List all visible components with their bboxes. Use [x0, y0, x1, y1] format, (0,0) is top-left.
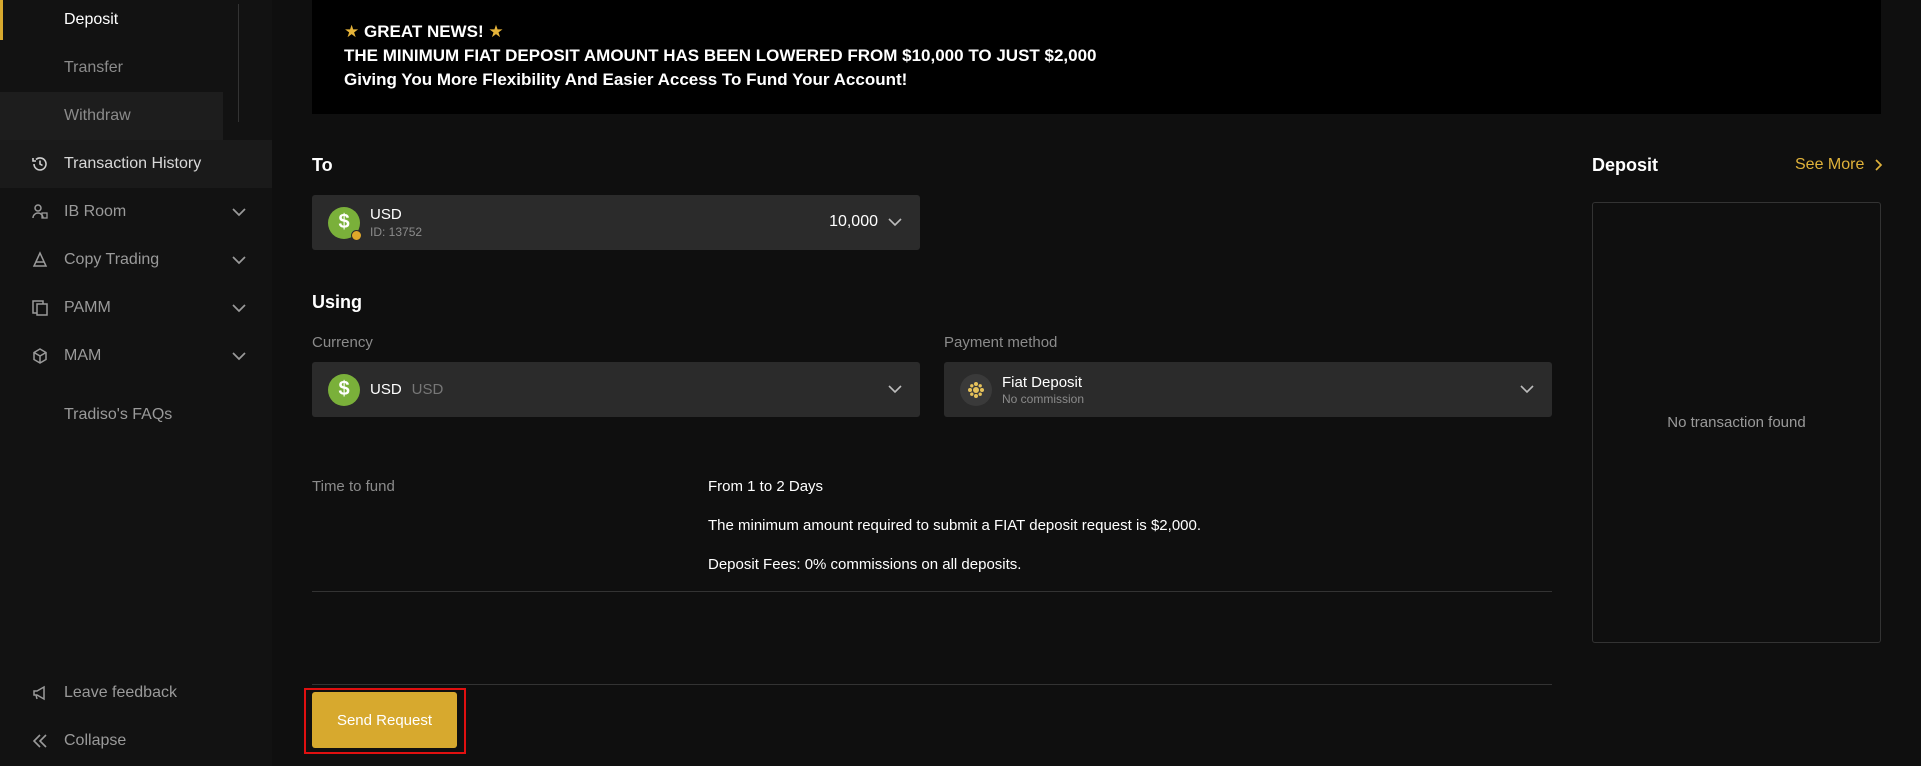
payment-method-select[interactable]: Fiat Deposit No commission — [944, 362, 1552, 417]
mam-icon — [30, 346, 50, 366]
footer-divider — [312, 684, 1552, 685]
deposit-history-title: Deposit — [1592, 155, 1659, 175]
payment-sub: No commission — [1002, 391, 1085, 406]
sidebar-subitem-deposit[interactable]: Deposit — [0, 0, 223, 40]
time-to-fund-label: Time to fund — [312, 478, 395, 495]
using-section-title: Using — [312, 292, 363, 312]
sidebar-item-label: Tradiso's FAQs — [64, 406, 173, 423]
account-id: ID: 13752 — [370, 225, 423, 239]
sidebar: Deposit Transfer Withdraw Transaction Hi… — [0, 0, 272, 766]
star-badge-icon — [351, 229, 362, 241]
payment-name: Fiat Deposit — [1002, 373, 1083, 391]
send-request-button[interactable]: Send Request — [312, 692, 457, 748]
deposit-history-panel: No transaction found — [1592, 202, 1881, 643]
chevron-down-icon — [888, 218, 902, 227]
dollar-coin-icon: $ — [328, 373, 360, 406]
currency-value: USD — [370, 381, 402, 398]
pamm-icon — [30, 298, 50, 318]
star-icon: ★ — [344, 22, 360, 41]
chevron-right-icon — [1875, 159, 1883, 171]
announcement-banner: ★ GREAT NEWS! ★ THE MINIMUM FIAT DEPOSIT… — [312, 0, 1881, 114]
currency-code: USD — [411, 381, 444, 398]
currency-label: Currency — [312, 334, 373, 351]
payment-method-label: Payment method — [944, 334, 1058, 351]
collapse-label: Collapse — [64, 732, 127, 749]
account-amount: 10,000 — [829, 213, 878, 230]
account-currency: USD — [370, 206, 402, 223]
sidebar-item-mam[interactable]: MAM — [0, 332, 272, 380]
time-to-fund-value: From 1 to 2 Days — [708, 478, 824, 495]
megaphone-icon — [30, 683, 50, 703]
leave-feedback-button[interactable]: Leave feedback — [0, 669, 272, 717]
banner-line1: GREAT NEWS! — [363, 22, 484, 41]
sidebar-item-faqs[interactable]: Tradiso's FAQs — [0, 391, 272, 439]
chevron-down-icon[interactable] — [230, 203, 248, 221]
deposit-fees-note: Deposit Fees: 0% commissions on all depo… — [708, 556, 1022, 573]
sidebar-item-pamm[interactable]: PAMM — [0, 284, 272, 332]
sidebar-subitem-withdraw[interactable]: Withdraw — [0, 92, 223, 140]
sidebar-subitem-transfer[interactable]: Transfer — [0, 44, 223, 92]
minimum-amount-note: The minimum amount required to submit a … — [708, 517, 1202, 534]
currency-select[interactable]: $ USD USD — [312, 362, 920, 417]
chevron-down-icon[interactable] — [230, 347, 248, 365]
dollar-coin-icon: $ — [328, 206, 362, 241]
collapse-button[interactable]: Collapse — [0, 717, 272, 765]
empty-state-text: No transaction found — [1667, 414, 1806, 431]
sidebar-item-transaction-history[interactable]: Transaction History — [0, 140, 272, 188]
feedback-label: Leave feedback — [64, 684, 177, 701]
banner-line3: Giving You More Flexibility And Easier A… — [344, 70, 908, 89]
banner-headline: ★ GREAT NEWS! ★ — [344, 20, 1849, 44]
info-divider — [312, 591, 1552, 592]
sidebar-item-label: IB Room — [64, 203, 127, 220]
chevron-down-icon — [888, 385, 902, 394]
chevron-down-icon[interactable] — [230, 299, 248, 317]
sidebar-item-label: Copy Trading — [64, 251, 160, 268]
copy-trading-icon — [30, 250, 50, 270]
to-section-title: To — [312, 155, 333, 175]
double-chevron-left-icon — [30, 731, 50, 751]
star-icon: ★ — [488, 22, 504, 41]
fiat-deposit-icon — [960, 373, 992, 406]
chevron-down-icon[interactable] — [230, 251, 248, 269]
to-account-select[interactable]: $ USD ID: 13752 10,000 — [312, 195, 920, 250]
submenu-divider — [238, 4, 239, 122]
sidebar-item-label: PAMM — [64, 299, 111, 316]
ib-room-icon — [30, 202, 50, 222]
banner-line2: THE MINIMUM FIAT DEPOSIT AMOUNT HAS BEEN… — [344, 46, 1097, 65]
sidebar-item-copy-trading[interactable]: Copy Trading — [0, 236, 272, 284]
sidebar-item-label: Transaction History — [64, 155, 202, 172]
see-more-label: See More — [1795, 156, 1865, 173]
history-icon — [30, 154, 50, 174]
chevron-down-icon — [1520, 385, 1534, 394]
sidebar-item-ib-room[interactable]: IB Room — [0, 188, 272, 236]
see-more-link[interactable]: See More — [1795, 156, 1886, 174]
sidebar-item-label: MAM — [64, 347, 102, 364]
